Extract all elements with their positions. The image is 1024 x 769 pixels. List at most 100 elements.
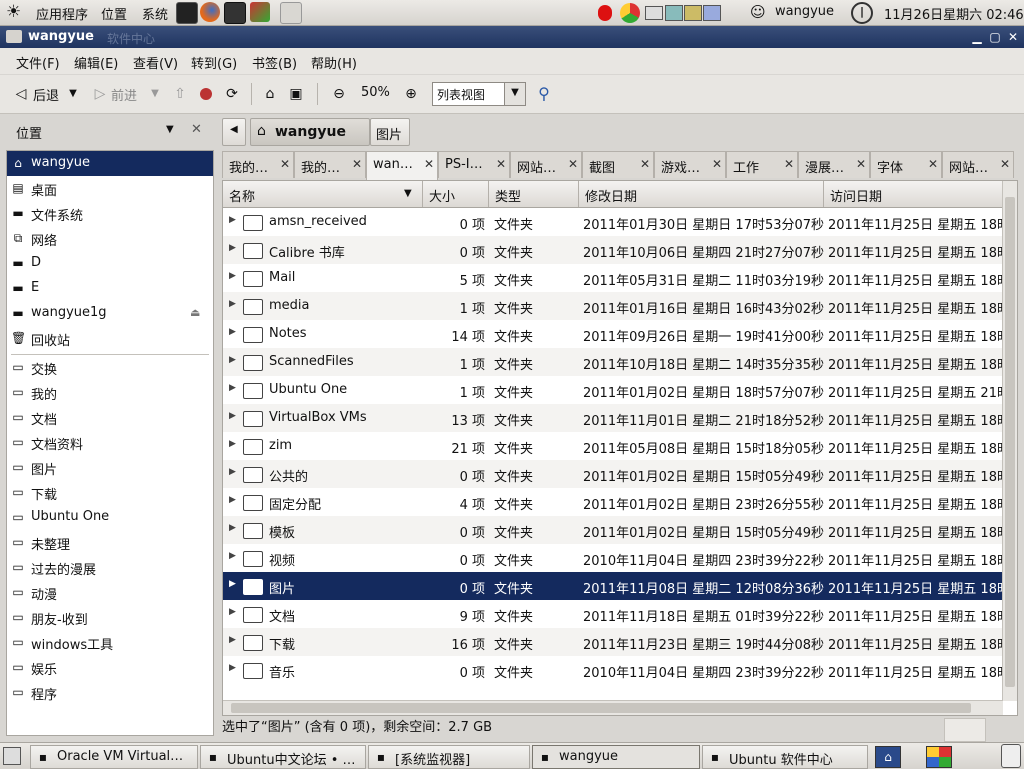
home-icon[interactable]: ⌂ — [261, 85, 279, 103]
vertical-scrollbar[interactable] — [1002, 181, 1017, 701]
tab-close-icon[interactable]: ✕ — [280, 157, 290, 171]
eject-icon[interactable]: ⏏ — [190, 306, 200, 319]
chevron-down-icon[interactable]: ▼ — [504, 83, 525, 105]
zoom-out-icon[interactable]: ⊖ — [330, 85, 348, 103]
inkscape-launcher-icon[interactable] — [250, 2, 270, 22]
tab-close-icon[interactable]: ✕ — [640, 157, 650, 171]
back-button[interactable]: 后退 — [33, 85, 59, 104]
tab-10[interactable]: 网站… ✕ — [942, 151, 1014, 178]
tab-2[interactable]: wan… ✕ — [366, 151, 438, 180]
photo-tray-icon[interactable] — [684, 5, 702, 21]
search-icon[interactable]: ⚲ — [535, 85, 553, 103]
table-row[interactable]: ▶ zim 21 项文件夹 2011年05月08日 星期日 15时18分05秒 2011… — [223, 432, 1003, 460]
terminal-launcher-icon[interactable] — [176, 2, 198, 24]
sidebar-bookmark-item[interactable]: ▭ Ubuntu One — [7, 505, 213, 530]
menu-view[interactable]: 查看(V) — [133, 53, 178, 72]
panel-menu-applications[interactable]: 应用程序 — [36, 4, 88, 23]
sidebar-item-desktop[interactable]: ▤ 桌面 — [7, 176, 213, 201]
horizontal-scrollbar[interactable] — [223, 700, 1003, 715]
table-row[interactable]: ▶ 文档 9 项文件夹 2011年11月18日 星期五 01时39分22秒 2011年1… — [223, 600, 1003, 628]
tab-close-icon[interactable]: ✕ — [352, 157, 362, 171]
sidebar-bookmark-item[interactable]: ▭ 交换 — [7, 355, 213, 380]
sidebar-item-e[interactable]: ▬ E — [7, 276, 213, 301]
table-row[interactable]: ▶ 公共的 0 项文件夹 2011年01月02日 星期日 15时05分49秒 2011年… — [223, 460, 1003, 488]
path-scroll-left-button[interactable]: ◀ — [222, 118, 246, 146]
minimize-icon[interactable]: ▁ — [970, 30, 984, 44]
show-desktop-icon[interactable] — [3, 747, 21, 765]
table-row[interactable]: ▶ 图片 0 项文件夹 2011年11月08日 星期二 12时08分36秒 2011年1… — [223, 572, 1003, 600]
tab-4[interactable]: 网站… ✕ — [510, 151, 582, 178]
tab-close-icon[interactable]: ✕ — [856, 157, 866, 171]
taskbar-button-4[interactable]: ▪ Ubuntu 软件中心 — [702, 745, 868, 769]
back-arrow-icon[interactable]: ◁ — [12, 85, 30, 103]
sidebar-bookmark-item[interactable]: ▭ 图片 — [7, 455, 213, 480]
maximize-icon[interactable]: ▢ — [988, 30, 1002, 44]
path-crumb-wangyue[interactable]: ⌂ wangyue — [250, 118, 370, 146]
tab-9[interactable]: 字体 ✕ — [870, 151, 942, 178]
expander-icon[interactable]: ▶ — [229, 607, 236, 617]
window-titlebar[interactable]: wangyue 软件中心 ▁ ▢ ✕ — [0, 26, 1024, 48]
sidebar-item-wangyue[interactable]: ⌂ wangyue — [7, 151, 213, 176]
table-row[interactable]: ▶ Ubuntu One 1 项文件夹 2011年01月02日 星期日 18时57分0… — [223, 376, 1003, 404]
taskbar-button-0[interactable]: ▪ Oracle VM Virtual… — [30, 745, 198, 769]
expander-icon[interactable]: ▶ — [229, 327, 236, 337]
trash-panel-icon[interactable] — [1001, 744, 1021, 768]
panel-menu-places[interactable]: 位置 — [101, 4, 127, 23]
workspace-2-icon[interactable] — [926, 746, 952, 768]
tab-close-icon[interactable]: ✕ — [784, 157, 794, 171]
tab-1[interactable]: 我的… ✕ — [294, 151, 366, 178]
forward-button[interactable]: 前进 — [111, 85, 137, 104]
sidebar-bookmark-item[interactable]: ▭ 文档 — [7, 405, 213, 430]
expander-icon[interactable]: ▶ — [229, 299, 236, 309]
panel-menu-system[interactable]: 系统 — [142, 4, 168, 23]
column-header-accessed[interactable]: 访问日期 — [824, 181, 1003, 207]
close-icon[interactable]: ✕ — [1006, 30, 1020, 44]
column-header-size[interactable]: 大小 — [423, 181, 489, 207]
power-icon[interactable]: | — [851, 2, 873, 24]
opera-tray-icon[interactable] — [598, 5, 612, 21]
window-folder-icon[interactable] — [6, 30, 22, 43]
tab-close-icon[interactable]: ✕ — [496, 157, 506, 171]
tab-7[interactable]: 工作 ✕ — [726, 151, 798, 178]
path-crumb-pictures[interactable]: 图片 — [370, 118, 410, 146]
sidebar-close-icon[interactable]: ✕ — [191, 122, 202, 137]
sidebar-item-wangyue1g[interactable]: ▬ wangyue1g ⏏ — [7, 301, 213, 326]
expander-icon[interactable]: ▶ — [229, 439, 236, 449]
table-row[interactable]: ▶ VirtualBox VMs 13 项文件夹 2011年11月01日 星期二 21… — [223, 404, 1003, 432]
expander-icon[interactable]: ▶ — [229, 383, 236, 393]
tab-close-icon[interactable]: ✕ — [568, 157, 578, 171]
menu-help[interactable]: 帮助(H) — [311, 53, 357, 72]
taskbar-button-2[interactable]: ▪ [系统监视器] — [368, 745, 530, 769]
tab-close-icon[interactable]: ✕ — [928, 157, 938, 171]
expander-icon[interactable]: ▶ — [229, 215, 236, 225]
table-row[interactable]: ▶ 音乐 0 项文件夹 2010年11月04日 星期四 23时39分22秒 2011年1… — [223, 656, 1003, 684]
firefox-launcher-icon[interactable] — [200, 2, 220, 22]
sidebar-item-trash[interactable]: 🗑 回收站 — [7, 326, 213, 351]
tab-close-icon[interactable]: ✕ — [424, 157, 434, 171]
table-row[interactable]: ▶ Calibre 书库 0 项文件夹 2011年10月06日 星期四 21时27分0… — [223, 236, 1003, 264]
system-monitor-launcher-icon[interactable] — [224, 2, 246, 24]
user-name[interactable]: wangyue — [775, 4, 834, 19]
expander-icon[interactable]: ▶ — [229, 411, 236, 421]
resize-grip-icon[interactable] — [944, 718, 986, 742]
sidebar-bookmark-item[interactable]: ▭ 文档资料 — [7, 430, 213, 455]
table-row[interactable]: ▶ ScannedFiles 1 项文件夹 2011年10月18日 星期二 14时35… — [223, 348, 1003, 376]
sidebar-bookmark-item[interactable]: ▭ 朋友-收到 — [7, 605, 213, 630]
expander-icon[interactable]: ▶ — [229, 271, 236, 281]
sidebar-item-filesystem[interactable]: ▬ 文件系统 — [7, 201, 213, 226]
gnome-foot-icon[interactable]: ☀ — [6, 2, 28, 22]
horizontal-scroll-thumb[interactable] — [231, 703, 971, 713]
menu-bookmarks[interactable]: 书签(B) — [252, 53, 297, 72]
table-row[interactable]: ▶ 下载 16 项文件夹 2011年11月23日 星期三 19时44分08秒 2011年… — [223, 628, 1003, 656]
screenshot-launcher-icon[interactable] — [280, 2, 302, 24]
table-row[interactable]: ▶ 视频 0 项文件夹 2010年11月04日 星期四 23时39分22秒 2011年1… — [223, 544, 1003, 572]
stop-icon[interactable] — [197, 85, 215, 103]
sidebar-bookmark-item[interactable]: ▭ 下载 — [7, 480, 213, 505]
tab-3[interactable]: PS-I… ✕ — [438, 151, 510, 178]
tab-6[interactable]: 游戏… ✕ — [654, 151, 726, 178]
sidebar-bookmark-item[interactable]: ▭ 过去的漫展 — [7, 555, 213, 580]
table-row[interactable]: ▶ media 1 项文件夹 2011年01月16日 星期日 16时43分02秒 201… — [223, 292, 1003, 320]
sidebar-bookmark-item[interactable]: ▭ 程序 — [7, 680, 213, 705]
sidebar-item-network[interactable]: ⧉ 网络 — [7, 226, 213, 251]
menu-go[interactable]: 转到(G) — [191, 53, 237, 72]
